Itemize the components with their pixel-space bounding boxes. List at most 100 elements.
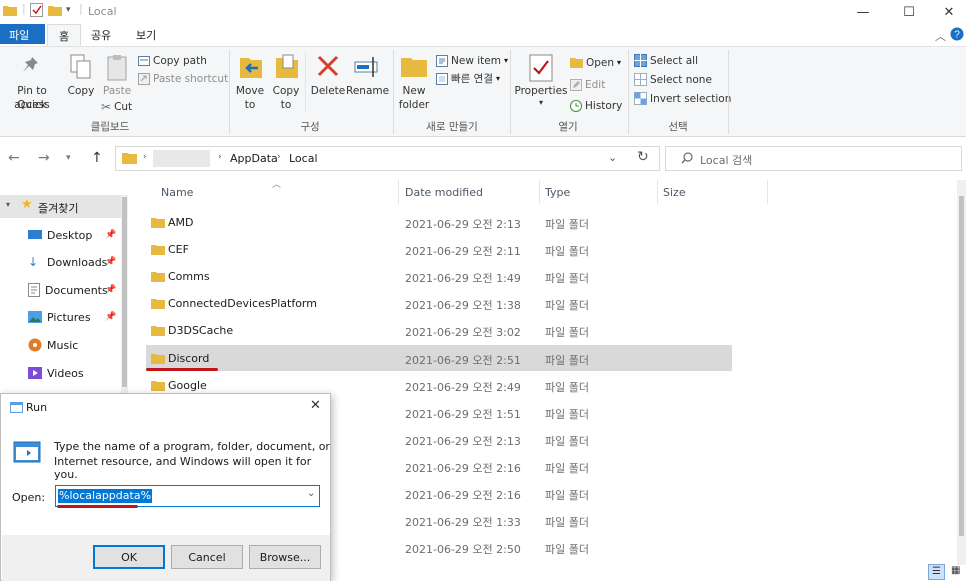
run-description-line-1: Type the name of a program, folder, docu…: [54, 440, 330, 453]
copy-button[interactable]: Copy: [64, 52, 98, 102]
help-icon[interactable]: ?: [950, 27, 964, 41]
customize-quick-access-icon[interactable]: ▾: [66, 5, 71, 15]
new-folder-label-1: New: [402, 85, 426, 97]
videos-icon: [28, 367, 42, 379]
nav-item-desktop[interactable]: Desktop: [28, 224, 92, 246]
run-close-icon[interactable]: ✕: [310, 398, 321, 413]
file-row[interactable]: D3DSCache 2021-06-29 오전 3:02 파일 폴더: [146, 317, 732, 343]
nav-pane-scroll-thumb[interactable]: [122, 197, 127, 387]
properties-button[interactable]: Properties ▾: [514, 52, 568, 114]
chevron-down-icon[interactable]: ▾: [6, 200, 10, 209]
forward-arrow-icon[interactable]: →: [38, 150, 50, 166]
nav-item-downloads[interactable]: ↓ Downloads: [28, 251, 107, 273]
column-header-size[interactable]: Size: [663, 186, 686, 199]
folder-icon: [122, 153, 137, 164]
file-date: 2021-06-29 오전 1:38: [405, 299, 521, 312]
new-item-button[interactable]: New item ▾: [436, 53, 508, 68]
file-row[interactable]: AMD 2021-06-29 오전 2:13 파일 폴더: [146, 209, 732, 235]
file-row[interactable]: Comms 2021-06-29 오전 1:49 파일 폴더: [146, 263, 732, 289]
file-name: AMD: [168, 216, 194, 229]
rename-button[interactable]: Rename: [346, 52, 389, 102]
pin-to-quick-access-button[interactable]: Pin to Quick access: [2, 52, 62, 114]
close-button[interactable]: ✕: [926, 0, 966, 24]
edit-button[interactable]: Edit: [570, 77, 605, 92]
column-divider[interactable]: [657, 180, 658, 204]
address-dropdown-icon[interactable]: ⌄: [608, 151, 617, 164]
easy-access-label: 빠른 연결: [451, 73, 493, 85]
recent-locations-icon[interactable]: ▾: [66, 153, 71, 163]
copy-path-button[interactable]: Copy path: [138, 53, 207, 68]
tab-view[interactable]: 보기: [125, 24, 167, 44]
tab-file[interactable]: 파일: [0, 24, 45, 44]
file-name: Google: [168, 379, 207, 392]
column-divider[interactable]: [539, 180, 540, 204]
select-none-button[interactable]: Select none: [634, 72, 712, 87]
up-arrow-icon[interactable]: ↑: [91, 150, 103, 166]
browse-button[interactable]: Browse...: [249, 545, 321, 569]
delete-button[interactable]: Delete: [310, 52, 346, 114]
collapse-ribbon-icon[interactable]: ︿: [935, 28, 946, 44]
file-row-selected[interactable]: Discord 2021-06-29 오전 2:51 파일 폴더: [146, 345, 732, 371]
edit-label: Edit: [585, 78, 606, 91]
refresh-icon[interactable]: ↻: [637, 149, 649, 165]
breadcrumb-separator-icon: ›: [218, 152, 222, 162]
file-row[interactable]: ConnectedDevicesPlatform 2021-06-29 오전 1…: [146, 290, 732, 316]
back-arrow-icon[interactable]: ←: [8, 150, 20, 166]
file-date: 2021-06-29 오전 2:11: [405, 245, 521, 258]
open-button[interactable]: Open ▾: [570, 55, 621, 70]
details-view-button[interactable]: ☰: [928, 564, 945, 580]
column-header-date-modified[interactable]: Date modified: [405, 186, 483, 199]
file-type: 파일 폴더: [545, 218, 589, 231]
tab-home[interactable]: 홈: [47, 24, 82, 47]
copy-icon: [70, 54, 91, 79]
minimize-button[interactable]: —: [840, 0, 886, 24]
run-open-input[interactable]: %localappdata%: [58, 489, 153, 503]
nav-item-videos[interactable]: Videos: [28, 362, 84, 384]
breadcrumb-separator-icon: ›: [143, 152, 147, 162]
new-folder-icon[interactable]: [48, 4, 62, 16]
run-open-combobox[interactable]: %localappdata% ⌄: [55, 485, 320, 507]
copy-to-button[interactable]: Copy to: [269, 52, 303, 114]
cut-button[interactable]: ✂ Cut: [101, 99, 132, 114]
ribbon-divider: [229, 50, 230, 134]
pin-icon: 📌: [105, 285, 117, 295]
cancel-button[interactable]: Cancel: [171, 545, 243, 569]
folder-icon: [151, 299, 165, 309]
easy-access-button[interactable]: 빠른 연결 ▾: [436, 71, 500, 86]
properties-icon[interactable]: [30, 3, 43, 17]
move-to-button[interactable]: Move to: [233, 52, 267, 114]
combobox-dropdown-icon[interactable]: ⌄: [307, 488, 315, 499]
column-header-type[interactable]: Type: [545, 186, 570, 199]
copy-label: Copy: [67, 85, 95, 97]
paste-shortcut-button[interactable]: Paste shortcut: [138, 71, 228, 86]
nav-item-pictures[interactable]: Pictures: [28, 306, 91, 328]
invert-selection-button[interactable]: Invert selection: [634, 91, 731, 106]
ribbon-divider: [305, 52, 306, 112]
select-all-button[interactable]: Select all: [634, 53, 698, 68]
large-icons-view-button[interactable]: ▦: [948, 564, 965, 580]
file-name: D3DSCache: [168, 324, 234, 337]
breadcrumb-local[interactable]: Local: [289, 152, 318, 165]
search-input[interactable]: Local 검색: [700, 152, 752, 168]
move-to-label-2: to: [244, 99, 256, 111]
nav-item-documents[interactable]: Documents: [28, 279, 108, 301]
tab-share[interactable]: 공유: [80, 24, 122, 44]
file-type: 파일 폴더: [545, 462, 589, 475]
column-divider[interactable]: [398, 180, 399, 204]
paste-button[interactable]: Paste: [100, 52, 134, 102]
column-divider[interactable]: [767, 180, 768, 204]
file-row[interactable]: CEF 2021-06-29 오전 2:11 파일 폴더: [146, 236, 732, 262]
ok-button[interactable]: OK: [93, 545, 165, 569]
nav-item-label: Pictures: [47, 310, 91, 324]
file-name: Comms: [168, 270, 210, 283]
dropdown-arrow-icon: ▾: [617, 58, 622, 67]
file-date: 2021-06-29 오전 2:49: [405, 381, 521, 394]
nav-item-music[interactable]: Music: [28, 334, 78, 356]
column-header-name[interactable]: Name: [161, 186, 193, 199]
history-button[interactable]: History: [570, 98, 622, 113]
breadcrumb-appdata[interactable]: AppData: [230, 152, 278, 165]
file-list-scroll-thumb[interactable]: [959, 196, 964, 536]
new-folder-button[interactable]: New folder: [396, 52, 432, 114]
file-date: 2021-06-29 오전 2:13: [405, 435, 521, 448]
run-program-icon: [13, 441, 41, 463]
